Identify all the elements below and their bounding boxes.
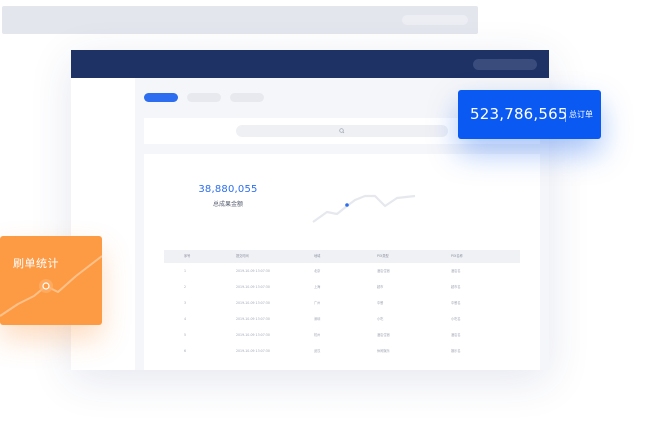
- cell-poi-type: 中餐: [377, 301, 384, 305]
- header-user-pill[interactable]: [473, 59, 537, 70]
- search-input[interactable]: [236, 125, 448, 137]
- search-icon: [339, 128, 345, 134]
- cell-time: 2019-10-09 13:07:30: [236, 285, 270, 289]
- background-window-pill: [402, 15, 468, 25]
- cell-time: 2019-10-09 13:07:30: [236, 349, 270, 353]
- window-header: [71, 50, 549, 78]
- brush-trend-chart: [0, 255, 102, 317]
- cell-index: 2: [184, 285, 187, 289]
- cell-poi-type: 酒店住宿: [377, 333, 390, 337]
- column-header-time: 提交时间: [236, 254, 249, 258]
- cell-poi-name: 酒店名: [451, 333, 461, 337]
- cell-index: 4: [184, 317, 187, 321]
- cell-region: 深圳: [314, 317, 321, 321]
- cell-index: 6: [184, 349, 187, 353]
- card-divider: [565, 108, 566, 122]
- stat-label: 总成果金额: [212, 201, 243, 208]
- table-row[interactable]: 3 2019-10-09 13:07:30 广州 中餐 中餐名: [164, 295, 520, 311]
- background-window-bar: [2, 6, 478, 34]
- column-header-region: 地域: [314, 254, 321, 258]
- tab-second[interactable]: [187, 93, 221, 102]
- trend-line-chart: [312, 194, 416, 223]
- trend-line: [312, 194, 416, 223]
- table-header: 序号 提交时间 地域 POI类型 POI名称: [164, 250, 520, 263]
- cell-poi-name: 酒店名: [451, 269, 461, 273]
- column-header-poi-type: POI类型: [377, 254, 389, 258]
- cell-region: 北京: [314, 269, 321, 273]
- table-row[interactable]: 2 2019-10-09 13:07:30 上海 超市 超市名: [164, 279, 520, 295]
- trend-highlight-point: [345, 203, 349, 207]
- cell-time: 2019-10-09 13:07:30: [236, 269, 270, 273]
- cell-region: 广州: [314, 301, 321, 305]
- cell-time: 2019-10-09 13:07:30: [236, 333, 270, 337]
- cell-poi-type: 酒店住宿: [377, 269, 390, 273]
- brush-stats-card: 刷单统计: [0, 236, 102, 325]
- cell-poi-name: 小吃名: [451, 317, 461, 321]
- cell-poi-type: 小吃: [377, 317, 384, 321]
- screenshot-stage: 38,880,055 总成果金额 序号 提交时间 地域 POI类型 POI名称: [0, 0, 650, 429]
- table-row[interactable]: 6 2019-10-09 13:07:30 武汉 休闲娱乐 娱乐名: [164, 343, 520, 359]
- brush-stats-title: 刷单统计: [13, 257, 59, 270]
- cell-poi-name: 娱乐名: [451, 349, 461, 353]
- total-orders-card: 523,786,565 总订单: [458, 90, 601, 139]
- cell-poi-name: 中餐名: [451, 301, 461, 305]
- cell-index: 1: [184, 269, 187, 273]
- cell-region: 武汉: [314, 349, 321, 353]
- column-header-poi-name: POI名称: [451, 254, 463, 258]
- column-header-index: 序号: [184, 254, 191, 258]
- tab-third[interactable]: [230, 93, 264, 102]
- cell-poi-type: 休闲娱乐: [377, 349, 390, 353]
- cell-poi-type: 超市: [377, 285, 384, 289]
- tab-active[interactable]: [144, 93, 178, 102]
- sidebar: [71, 78, 135, 370]
- table-row[interactable]: 4 2019-10-09 13:07:30 深圳 小吃 小吃名: [164, 311, 520, 327]
- table-row[interactable]: 1 2019-10-09 13:07:30 北京 酒店住宿 酒店名: [164, 263, 520, 279]
- cell-index: 3: [184, 301, 187, 305]
- cell-time: 2019-10-09 13:07:30: [236, 301, 270, 305]
- cell-region: 上海: [314, 285, 321, 289]
- total-orders-value: 523,786,565: [470, 105, 568, 123]
- records-table: 序号 提交时间 地域 POI类型 POI名称 1 2019-10-09 13:0…: [164, 250, 520, 359]
- cell-region: 杭州: [314, 333, 321, 337]
- table-row[interactable]: 5 2019-10-09 13:07:30 杭州 酒店住宿 酒店名: [164, 327, 520, 343]
- cell-index: 5: [184, 333, 187, 337]
- main-panel: 38,880,055 总成果金额 序号 提交时间 地域 POI类型 POI名称: [144, 154, 540, 370]
- cell-poi-name: 超市名: [451, 285, 461, 289]
- brush-highlight-point: [42, 282, 50, 290]
- stat-value: 38,880,055: [198, 184, 258, 195]
- total-orders-label: 总订单: [569, 110, 593, 119]
- cell-time: 2019-10-09 13:07:30: [236, 317, 270, 321]
